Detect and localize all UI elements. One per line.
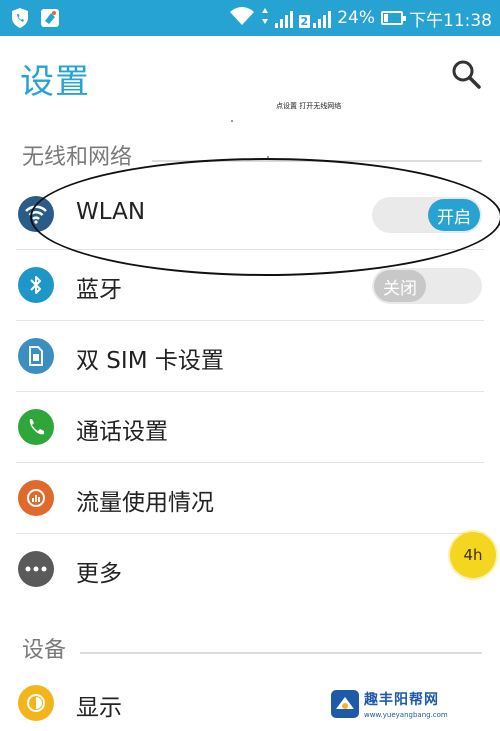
brightness-icon <box>18 685 54 721</box>
watermark-logo-icon <box>331 690 359 718</box>
bluetooth-toggle[interactable]: 关闭 <box>372 268 482 304</box>
cleaner-app-icon <box>38 6 62 30</box>
annotation-ellipse <box>30 158 500 276</box>
watermark-text: 趣丰阳帮网 <box>364 692 439 708</box>
data-usage-icon <box>18 480 54 516</box>
phone-icon <box>18 409 54 445</box>
settings-header: 设置 <box>0 36 500 114</box>
sim2-signal-icon: 2 <box>298 8 332 28</box>
settings-row-dual-sim[interactable]: 双 SIM 卡设置 <box>0 321 500 392</box>
search-icon <box>452 60 481 89</box>
sim-card-icon <box>18 338 54 374</box>
data-arrows-icon <box>261 7 269 30</box>
settings-row-call[interactable]: 通话设置 <box>0 392 500 463</box>
settings-row-label: 流量使用情况 <box>76 490 214 516</box>
watermark-url: www.yueyangbang.com <box>364 711 448 719</box>
battery-icon <box>381 11 406 25</box>
settings-row-label: 更多 <box>76 561 122 587</box>
shield-phone-icon <box>8 6 32 30</box>
section-divider <box>80 652 482 654</box>
sim2-number: 2 <box>298 15 311 28</box>
search-button[interactable] <box>446 54 486 94</box>
status-bar: 2 24% 下午11:38 <box>0 0 500 36</box>
clock: 下午11:38 <box>409 10 492 31</box>
section-header-wireless: 无线和网络 <box>22 145 133 170</box>
wifi-signal-icon <box>229 6 255 31</box>
bluetooth-icon <box>18 267 54 303</box>
annotation-caption: 点设置 打开无线网络 <box>276 102 342 110</box>
system-indicators: 2 24% 下午11:38 <box>229 4 492 32</box>
toggle-off-label: 关闭 <box>374 270 426 302</box>
settings-row-label: 蓝牙 <box>76 277 122 303</box>
section-header-device: 设备 <box>22 638 67 663</box>
settings-row-data-usage[interactable]: 流量使用情况 <box>0 463 500 534</box>
watermark: 趣丰阳帮网 www.yueyangbang.com <box>330 687 494 727</box>
battery-level <box>384 14 388 22</box>
dust-speck <box>231 120 233 122</box>
settings-row-label: 显示 <box>76 695 122 721</box>
settings-row-label: 双 SIM 卡设置 <box>76 348 224 374</box>
notification-icons <box>8 6 62 30</box>
settings-row-label: 通话设置 <box>76 419 168 445</box>
battery-percent: 24% <box>337 8 375 28</box>
floating-timer-badge[interactable]: 4h <box>450 532 496 578</box>
sim1-signal-icon <box>274 8 293 28</box>
page-title: 设置 <box>20 62 90 102</box>
more-icon <box>18 551 54 587</box>
settings-row-more[interactable]: 更多 <box>0 534 500 605</box>
